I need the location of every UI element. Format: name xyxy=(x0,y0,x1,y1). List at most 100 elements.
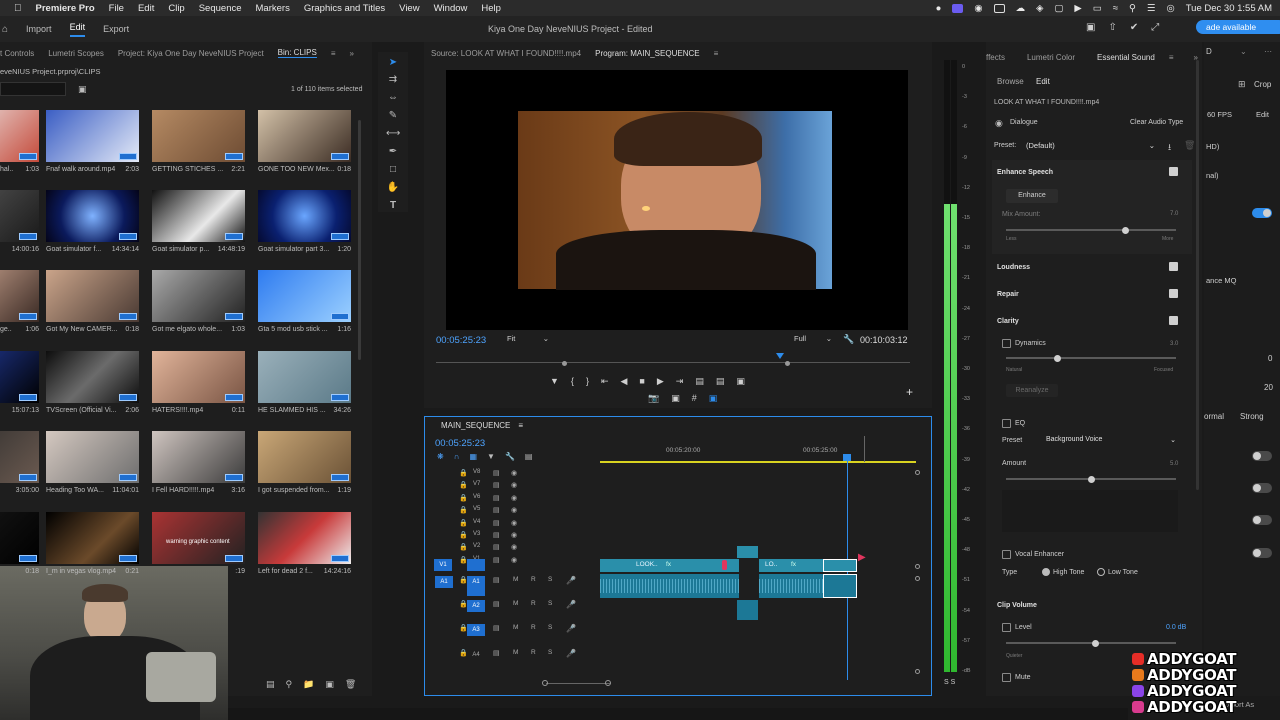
solo-track-button[interactable]: R xyxy=(531,576,536,588)
upgrade-available-badge[interactable]: ade available xyxy=(1196,20,1280,34)
clip-thumbnail[interactable] xyxy=(46,190,139,242)
es-tab-edit[interactable]: Edit xyxy=(1036,77,1050,86)
razor-tool-icon[interactable]: ✎ xyxy=(386,109,400,123)
audio-track-header[interactable]: 🔒 A3 ▤ M R S 🎤 xyxy=(435,624,600,644)
eye-icon[interactable]: ◉ xyxy=(511,506,517,518)
menu-clip[interactable]: Clip xyxy=(168,3,184,14)
clip-thumbnail[interactable] xyxy=(0,110,39,162)
panel-overflow-icon[interactable]: » xyxy=(349,49,353,58)
timeline-zoom-bar[interactable] xyxy=(546,683,610,684)
sync-lock-icon[interactable]: ▤ xyxy=(493,624,500,636)
clip-thumbnail[interactable] xyxy=(0,431,39,483)
clip-thumbnail[interactable] xyxy=(258,351,351,403)
dynamics-slider[interactable] xyxy=(1006,354,1176,362)
wifi-icon[interactable]: ≈ xyxy=(1113,3,1118,14)
lock-icon[interactable]: 🔒 xyxy=(459,506,468,518)
apple-icon[interactable]:  xyxy=(14,3,22,14)
enhance-button[interactable]: Enhance xyxy=(1006,189,1058,203)
video-track-header[interactable]: 🔒V1▤◉ xyxy=(435,556,600,568)
eye-icon[interactable]: ◉ xyxy=(511,556,517,568)
es-tab-browse[interactable]: Browse xyxy=(997,77,1024,86)
menu-sequence[interactable]: Sequence xyxy=(199,3,242,14)
timeline-scroll-top[interactable] xyxy=(915,470,920,475)
control-center-icon[interactable]: ☰ xyxy=(1147,3,1156,14)
reanalyze-button[interactable]: Reanalyze xyxy=(1006,384,1058,397)
video-track-header[interactable]: 🔒 V8 ▤ ◉ xyxy=(435,469,600,481)
clip-thumbnail[interactable] xyxy=(152,190,245,242)
video-track-header[interactable]: 🔒 V6 ▤ ◉ xyxy=(435,494,600,506)
fullscreen-icon[interactable]: ⤢ xyxy=(1151,22,1159,33)
home-icon[interactable]: ⌂ xyxy=(2,24,8,35)
clarity-checkbox[interactable] xyxy=(1169,316,1178,325)
timeline-scroll-mid2[interactable] xyxy=(915,576,920,581)
settings-wrench-icon[interactable]: 🔧 xyxy=(505,452,515,461)
linked-selection-icon[interactable]: ▦ xyxy=(469,452,477,461)
slider-knob[interactable] xyxy=(1092,639,1099,647)
ripple-edit-icon[interactable]: ⇔ xyxy=(386,91,400,105)
delete-preset-icon[interactable]: 🗑 xyxy=(1184,140,1195,151)
video-track-header[interactable]: 🔒 V2 ▤ ◉ xyxy=(435,543,600,555)
crop-icon[interactable]: ⊞ xyxy=(1238,79,1246,90)
solo-track-button[interactable]: R xyxy=(531,624,536,636)
nest-icon[interactable]: ❋ xyxy=(437,452,444,461)
audio-clip-selected[interactable] xyxy=(823,574,857,598)
stop-icon[interactable]: ■ xyxy=(639,376,644,387)
solo-track-button-s[interactable]: S xyxy=(548,649,552,661)
clip-thumbnail[interactable] xyxy=(152,512,245,564)
go-to-out-icon[interactable]: ⇥ xyxy=(676,376,684,387)
strong-option[interactable]: Strong xyxy=(1240,412,1264,421)
es-scrollbar[interactable] xyxy=(1196,60,1199,490)
clip-thumbnail[interactable] xyxy=(46,512,139,564)
quick-export-icon[interactable]: ▣ xyxy=(1086,22,1095,33)
display-icon[interactable]: ▢ xyxy=(1054,3,1063,14)
trash-icon[interactable]: 🗑 xyxy=(345,679,356,690)
mute-checkbox[interactable] xyxy=(1002,673,1011,682)
lock-icon[interactable]: 🔒 xyxy=(459,531,468,543)
freeform-view-icon[interactable]: ▤ xyxy=(266,679,275,690)
clip-thumbnail[interactable] xyxy=(258,190,351,242)
clip-thumbnail[interactable] xyxy=(258,431,351,483)
clip-thumbnail[interactable] xyxy=(152,270,245,322)
wrench-icon[interactable]: 🔧 xyxy=(843,334,854,345)
audio-track-header[interactable]: 🔒 A2 ▤ M R S 🎤 xyxy=(435,600,600,620)
zoom-handle-right[interactable] xyxy=(785,361,790,366)
enhance-speech-checkbox[interactable] xyxy=(1169,167,1178,176)
clip-thumbnail[interactable] xyxy=(46,270,139,322)
audio-source-patch[interactable] xyxy=(435,600,453,612)
clip-volume-slider[interactable] xyxy=(1006,639,1176,647)
sync-lock-icon[interactable]: ▤ xyxy=(493,506,500,518)
eye-icon[interactable]: ◉ xyxy=(511,481,517,493)
clip-thumbnail[interactable] xyxy=(258,512,351,564)
sync-lock-icon[interactable]: ▤ xyxy=(493,481,500,493)
rectangle-tool-icon[interactable]: □ xyxy=(386,163,400,177)
timeline-tab[interactable]: MAIN_SEQUENCE ≡ xyxy=(441,416,523,434)
menu-edit[interactable]: Edit xyxy=(138,3,154,14)
workspace-edit[interactable]: Edit xyxy=(69,22,86,37)
playhead-marker[interactable] xyxy=(776,353,784,359)
eye-icon[interactable]: ◉ xyxy=(511,519,517,531)
video-clip-selected[interactable] xyxy=(823,559,857,572)
lock-icon[interactable]: 🔒 xyxy=(459,494,468,506)
program-timecode[interactable]: 00:05:25:23 xyxy=(436,335,486,346)
more-icon[interactable]: ⋯ xyxy=(1264,47,1272,56)
export-frame-icon[interactable]: 📷 xyxy=(648,393,659,404)
audio-source-patch[interactable] xyxy=(435,649,453,661)
lift-icon[interactable]: ▤ xyxy=(695,376,704,387)
sync-lock-icon[interactable]: ▤ xyxy=(493,543,500,555)
eq-amount-slider[interactable] xyxy=(1006,475,1176,483)
timeline-scroll-bottom[interactable] xyxy=(915,669,920,674)
audio-source-patch[interactable] xyxy=(435,624,453,636)
zoom-knob-left[interactable] xyxy=(542,680,548,686)
clip-thumbnail[interactable] xyxy=(46,431,139,483)
video-track-header[interactable]: 🔒 V3 ▤ ◉ xyxy=(435,531,600,543)
solo-track-button-s[interactable]: S xyxy=(548,624,552,636)
sync-lock-icon[interactable]: ▤ xyxy=(493,469,500,481)
solo-track-button-s[interactable]: S xyxy=(548,600,552,612)
clip-thumbnail[interactable] xyxy=(152,431,245,483)
eye-icon[interactable]: ◉ xyxy=(511,543,517,555)
battery-icon[interactable]: ▭ xyxy=(1093,3,1102,14)
chevron-down-icon[interactable]: ⌄ xyxy=(1240,47,1247,56)
search-icon[interactable]: ⚲ xyxy=(1129,3,1136,14)
slider-knob[interactable] xyxy=(1054,354,1061,362)
level-value[interactable]: 0.0 dB xyxy=(1166,624,1186,631)
